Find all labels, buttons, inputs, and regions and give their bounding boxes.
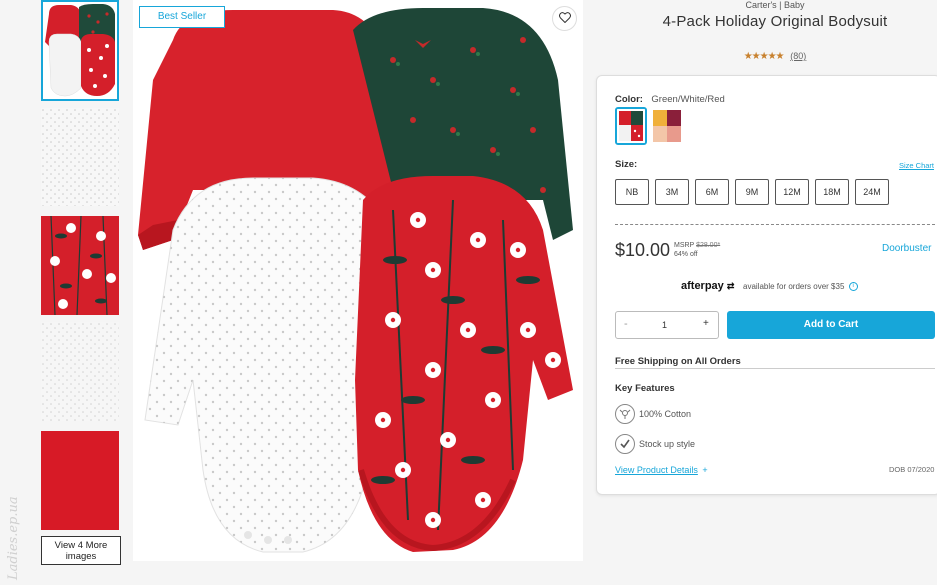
thumbnail-white-dots-2[interactable] (41, 322, 119, 421)
quantity-increase-button[interactable]: + (703, 318, 709, 329)
size-option-24m[interactable]: 24M (855, 179, 889, 205)
cotton-icon (615, 404, 635, 424)
info-icon[interactable]: i (848, 282, 858, 292)
add-to-cart-button[interactable]: Add to Cart (727, 311, 935, 339)
shipping-divider (615, 368, 935, 369)
thumbnail-red-floral[interactable] (41, 216, 119, 315)
quantity-value[interactable]: 1 (662, 320, 667, 330)
heart-icon (558, 10, 571, 28)
view-more-images-button[interactable]: View 4 More images (41, 536, 121, 565)
star-rating: ★★★★★ (743, 51, 785, 62)
msrp-block: MSRP $28.00* 64% off (674, 241, 720, 259)
size-option-18m[interactable]: 18M (815, 179, 849, 205)
divider (615, 224, 935, 225)
view-more-line2: images (65, 551, 97, 562)
size-option-3m[interactable]: 3M (655, 179, 689, 205)
view-product-details-row[interactable]: View Product Details + (615, 465, 708, 475)
view-product-details-link[interactable]: View Product Details (615, 465, 698, 475)
favorite-button[interactable] (552, 6, 577, 31)
thumbnail-front-view[interactable] (41, 0, 119, 101)
brand-label: Carter's | Baby (745, 0, 805, 10)
sale-price: $10.00 (615, 240, 671, 260)
size-chart-link[interactable]: Size Chart (899, 161, 934, 170)
size-option-9m[interactable]: 9M (735, 179, 769, 205)
msrp-label: MSRP (674, 242, 695, 249)
size-option-6m[interactable]: 6M (695, 179, 729, 205)
purchase-card: Color: Green/White/Red Size: Size Chart … (596, 75, 937, 495)
shipping-label: Free Shipping on All Orders (615, 356, 741, 367)
size-option-nb[interactable]: NB (615, 179, 649, 205)
quantity-stepper: - 1 + (615, 311, 719, 339)
product-page: View 4 More images Ladies.ep.ua Best Sel… (0, 0, 937, 585)
feature-stock-up: Stock up style (639, 439, 696, 449)
product-title: 4-Pack Holiday Original Bodysuit (662, 13, 888, 30)
watermark-text: Ladies.ep.ua (6, 496, 21, 580)
afterpay-note-text: available for orders over $35 (743, 282, 845, 291)
checkmark-icon (615, 434, 635, 454)
feature-cotton: 100% Cotton (639, 409, 692, 419)
msrp-value: $28.00* (696, 242, 721, 249)
color-value: Green/White/Red (651, 94, 725, 105)
color-row: Color: Green/White/Red (615, 89, 725, 107)
size-label: Size: (615, 159, 638, 170)
review-count-link[interactable]: (80) (790, 51, 806, 61)
color-swatch-green-white-red[interactable] (615, 107, 647, 145)
afterpay-logo: afterpay ⇄ (681, 280, 734, 292)
main-product-image[interactable] (133, 0, 583, 561)
thumbnail-white-dots[interactable] (41, 108, 119, 206)
color-swatch-alternate[interactable] (651, 107, 683, 145)
rating-row: ★★★★★ (80) (700, 51, 850, 62)
doorbuster-label: Doorbuster (882, 243, 932, 254)
expand-plus-icon[interactable]: + (702, 465, 707, 475)
size-option-12m[interactable]: 12M (775, 179, 809, 205)
afterpay-brand: afterpay (681, 280, 724, 292)
date-code: DOB 07/2020 (889, 465, 935, 474)
view-more-line1: View 4 More (54, 540, 108, 551)
quantity-decrease-button[interactable]: - (624, 318, 628, 330)
afterpay-arrows-icon: ⇄ (726, 281, 735, 291)
color-label: Color: (615, 94, 643, 105)
key-features-title: Key Features (615, 383, 675, 394)
discount-text: 64% off (674, 251, 698, 258)
afterpay-note: available for orders over $35 i (743, 282, 858, 292)
best-seller-badge: Best Seller (139, 6, 225, 28)
thumbnail-red-solid[interactable] (41, 431, 119, 530)
